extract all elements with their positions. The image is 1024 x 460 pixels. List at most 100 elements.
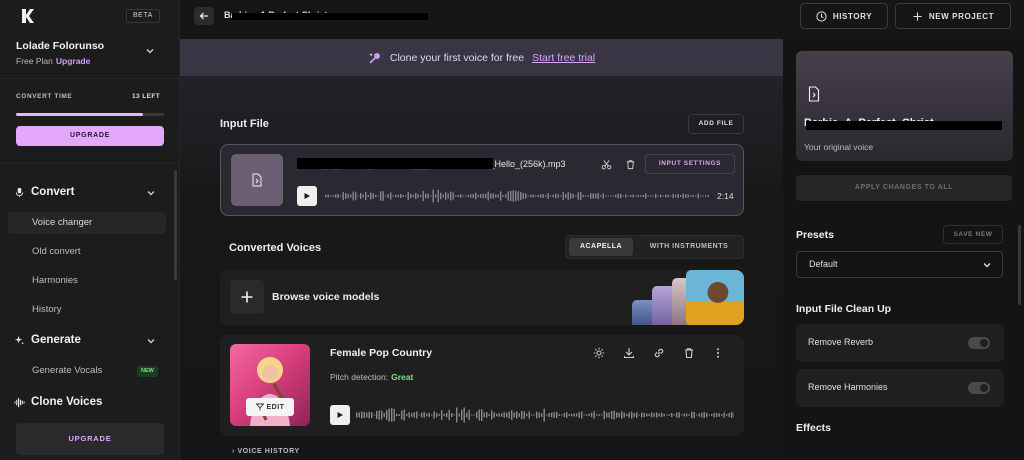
- voice-history-toggle[interactable]: › VOICE HISTORY: [232, 448, 300, 455]
- microphone-icon: [15, 187, 24, 197]
- new-project-button[interactable]: NEW PROJECT: [895, 3, 1011, 29]
- convert-time-left: 13 LEFT: [132, 93, 161, 100]
- file-audio-icon: [252, 173, 262, 187]
- clock-icon: [816, 10, 827, 22]
- plan-label: Free Plan: [16, 56, 53, 66]
- voice-model-name: Female Pop Country: [330, 347, 433, 359]
- back-button[interactable]: [194, 7, 214, 25]
- redaction-bar: [297, 158, 493, 169]
- new-badge: NEW: [137, 366, 158, 377]
- convert-time-label: CONVERT TIME: [16, 93, 73, 100]
- arrow-left-icon: [199, 12, 208, 20]
- add-voice-box: [230, 280, 264, 314]
- history-button-label: HISTORY: [832, 11, 873, 21]
- section-convert-label: Convert: [31, 186, 75, 198]
- preset-select[interactable]: Default: [796, 251, 1003, 278]
- output-mode-toggle: ACAPELLA WITH INSTRUMENTS: [565, 235, 744, 259]
- scissors-icon[interactable]: [601, 159, 612, 170]
- microphone-sparkle-icon: [369, 52, 380, 64]
- divider: [0, 163, 180, 164]
- play-icon: [304, 193, 310, 199]
- section-clone-voices-label: Clone Voices: [31, 396, 103, 408]
- upgrade-button[interactable]: UPGRADE: [16, 126, 164, 146]
- preset-selected-value: Default: [809, 259, 838, 269]
- voice-history-label: VOICE HISTORY: [237, 448, 300, 455]
- input-settings-button[interactable]: INPUT SETTINGS: [645, 154, 735, 174]
- apply-changes-button[interactable]: APPLY CHANGES TO ALL: [796, 175, 1012, 201]
- input-waveform[interactable]: [325, 189, 709, 203]
- redaction-bar: [806, 121, 1002, 130]
- sidebar-scrollbar[interactable]: [174, 170, 177, 280]
- output-waveform[interactable]: [356, 407, 734, 423]
- section-generate[interactable]: Generate: [14, 334, 81, 346]
- remove-reverb-label: Remove Reverb: [808, 337, 874, 347]
- input-file-card: Barbie_A_Perfect_Christmas___BarbieYouTu…: [220, 144, 744, 216]
- history-button[interactable]: HISTORY: [800, 3, 888, 29]
- presets-heading: Presets: [796, 229, 834, 241]
- browse-voice-models-card[interactable]: Browse voice models: [220, 270, 744, 325]
- section-clone-voices[interactable]: Clone Voices: [14, 396, 102, 408]
- output-play-button[interactable]: [330, 405, 350, 425]
- user-plan: Free Plan Upgrade: [16, 56, 90, 66]
- plan-upgrade-link[interactable]: Upgrade: [56, 56, 90, 66]
- more-vertical-icon[interactable]: [712, 347, 724, 359]
- convert-time-progress-fill: [16, 113, 144, 116]
- file-thumbnail: [231, 154, 283, 206]
- sidebar-item-harmonies[interactable]: Harmonies: [8, 270, 166, 292]
- remove-reverb-row: Remove Reverb: [796, 324, 1004, 362]
- sidebar-item-history[interactable]: History: [8, 299, 166, 321]
- trash-icon[interactable]: [683, 347, 695, 359]
- pitch-detection-value: Great: [391, 372, 414, 382]
- voice-result-card: EDIT Female Pop Country Pitch detection:…: [220, 335, 744, 436]
- voice-model-photo: [686, 270, 744, 325]
- pitch-detection: Pitch detection: Great: [330, 372, 413, 382]
- input-file-heading: Input File: [220, 118, 269, 130]
- converted-voices-heading: Converted Voices: [229, 242, 322, 254]
- pitch-detection-label: Pitch detection:: [330, 372, 389, 382]
- input-duration: 2:14: [717, 191, 734, 201]
- remove-harmonies-label: Remove Harmonies: [808, 382, 888, 392]
- download-icon[interactable]: [623, 347, 635, 359]
- file-audio-icon: [808, 86, 820, 102]
- play-icon: [337, 412, 343, 418]
- chevron-down-icon[interactable]: [146, 188, 156, 198]
- input-play-button[interactable]: [297, 186, 317, 206]
- divider: [0, 78, 180, 79]
- remove-harmonies-toggle[interactable]: [968, 382, 990, 394]
- right-panel-scrollbar[interactable]: [1018, 225, 1021, 305]
- effects-heading: Effects: [796, 422, 832, 434]
- plus-icon: [913, 11, 922, 21]
- new-project-button-label: NEW PROJECT: [928, 11, 995, 21]
- sidebar-item-old-convert[interactable]: Old convert: [8, 241, 166, 263]
- beta-badge: BETA: [126, 9, 160, 23]
- output-file-card: Barbie_A_Perfect_Christ Your original vo…: [796, 51, 1013, 161]
- sidebar-item-voice-changer[interactable]: Voice changer: [8, 212, 166, 234]
- chevron-down-icon[interactable]: [145, 46, 155, 56]
- start-free-trial-link[interactable]: Start free trial: [532, 52, 595, 64]
- trash-icon[interactable]: [625, 159, 636, 170]
- app-logo-icon[interactable]: [20, 8, 36, 24]
- cleanup-heading: Input File Clean Up: [796, 303, 892, 315]
- bottom-upgrade-button[interactable]: UPGRADE: [16, 423, 164, 455]
- convert-time-progress: [16, 113, 164, 116]
- app-window: BETA Lolade Folorunso Free Plan Upgrade C…: [0, 0, 1024, 460]
- remove-reverb-toggle[interactable]: [968, 337, 990, 349]
- sparkle-icon: [14, 335, 25, 345]
- edit-button[interactable]: EDIT: [246, 398, 294, 416]
- add-file-button[interactable]: ADD FILE: [688, 114, 744, 134]
- tab-with-instruments[interactable]: WITH INSTRUMENTS: [636, 238, 742, 256]
- chevron-down-icon[interactable]: [146, 336, 156, 346]
- tab-acapella[interactable]: ACAPELLA: [569, 238, 633, 256]
- section-convert[interactable]: Convert: [14, 186, 74, 198]
- link-icon[interactable]: [653, 347, 665, 359]
- save-new-button[interactable]: SAVE NEW: [943, 225, 1003, 244]
- section-generate-label: Generate: [31, 334, 81, 346]
- sidebar: BETA Lolade Folorunso Free Plan Upgrade C…: [0, 0, 180, 460]
- chevron-down-icon: [983, 263, 991, 268]
- plus-icon: [241, 291, 253, 303]
- filter-icon: [255, 403, 264, 411]
- browse-voice-models-label: Browse voice models: [272, 291, 380, 303]
- output-file-subtitle: Your original voice: [804, 142, 874, 152]
- user-name[interactable]: Lolade Folorunso: [16, 40, 104, 52]
- gear-icon[interactable]: [593, 347, 605, 359]
